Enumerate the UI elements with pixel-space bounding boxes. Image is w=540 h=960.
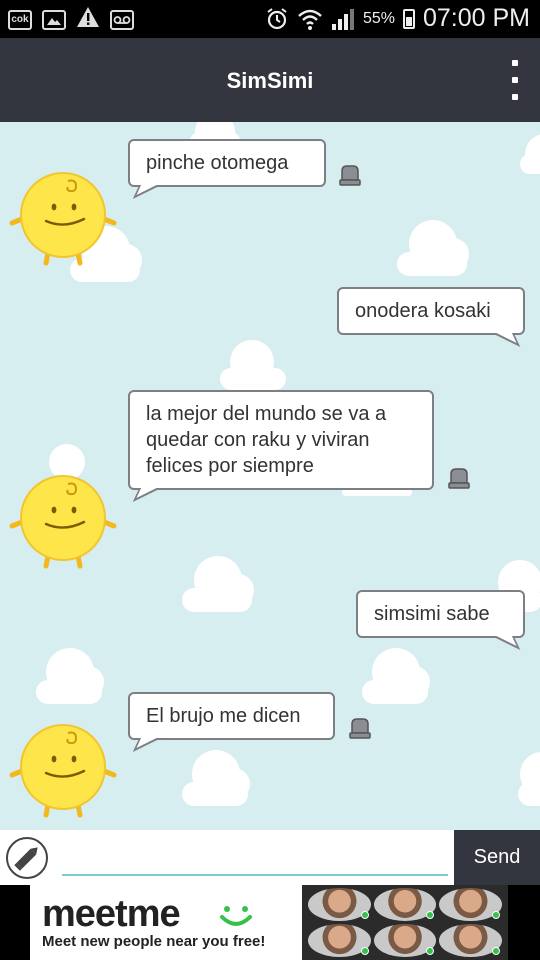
voicemail-icon — [110, 9, 134, 30]
message-bubble-received[interactable]: El brujo me dicen — [128, 692, 335, 740]
cok-icon: cok — [8, 9, 32, 30]
online-indicator-icon — [492, 947, 500, 955]
send-button[interactable]: Send — [454, 830, 540, 885]
simsimi-avatar — [8, 719, 118, 819]
message-text: El brujo me dicen — [146, 705, 301, 727]
clock: 07:00 PM — [422, 4, 530, 32]
menu-dot-icon — [512, 94, 518, 100]
image-icon — [42, 9, 66, 30]
menu-dot-icon — [512, 77, 518, 83]
battery-icon — [402, 8, 415, 29]
chat-area[interactable]: pinche otomega onodera kosaki la mejor d… — [0, 122, 540, 830]
report-icon[interactable] — [337, 162, 363, 188]
app-bar: SimSimi — [0, 38, 540, 122]
ad-tagline: Meet new people near you free! — [42, 933, 266, 950]
profile-photo — [439, 924, 502, 957]
overflow-menu-button[interactable] — [510, 60, 520, 100]
message-bubble-sent[interactable]: onodera kosaki — [337, 287, 525, 335]
message-bubble-sent[interactable]: simsimi sabe — [356, 590, 525, 638]
signal-icon — [331, 8, 354, 30]
online-indicator-icon — [426, 911, 435, 919]
online-indicator-icon — [360, 911, 369, 919]
message-bubble-received[interactable]: la mejor del mundo se va a quedar con ra… — [128, 390, 434, 490]
message-input[interactable] — [62, 838, 448, 876]
profile-photo — [373, 888, 437, 921]
profile-photo — [308, 888, 371, 921]
ad-brand: meetme — [42, 893, 181, 935]
system-status: 55% 07:00 PM — [265, 4, 530, 33]
message-text: simsimi sabe — [374, 603, 490, 625]
cok-label: cok — [11, 14, 29, 25]
profile-photo — [439, 888, 502, 921]
notification-icons: cok — [8, 6, 134, 33]
simsimi-avatar — [8, 167, 118, 267]
smile-icon — [220, 906, 252, 926]
wifi-icon — [298, 9, 322, 30]
online-indicator-icon — [492, 911, 500, 919]
pencil-icon[interactable] — [6, 837, 48, 879]
ad-banner[interactable]: meetme Meet new people near you free! — [0, 885, 540, 960]
online-indicator-icon — [426, 947, 435, 955]
message-bubble-received[interactable]: pinche otomega — [128, 139, 326, 187]
report-icon[interactable] — [347, 715, 373, 741]
ad-photo-grid — [302, 885, 508, 960]
app-title: SimSimi — [226, 68, 314, 93]
message-text: onodera kosaki — [355, 300, 491, 322]
report-icon[interactable] — [446, 465, 472, 491]
alarm-icon — [267, 7, 287, 29]
message-text: pinche otomega — [146, 152, 289, 174]
online-indicator-icon — [360, 947, 369, 955]
status-bar: cok 55% 07:00 PM — [0, 0, 540, 38]
profile-photo — [373, 924, 437, 957]
menu-dot-icon — [512, 60, 518, 66]
battery-percent: 55% — [362, 9, 395, 27]
warning-icon — [76, 6, 100, 33]
simsimi-avatar — [8, 470, 118, 570]
message-input-bar: Send — [0, 830, 540, 885]
ad-content[interactable]: meetme Meet new people near you free! — [30, 885, 508, 960]
profile-photo — [308, 924, 371, 957]
message-text: la mejor del mundo se va a quedar con ra… — [146, 403, 387, 477]
